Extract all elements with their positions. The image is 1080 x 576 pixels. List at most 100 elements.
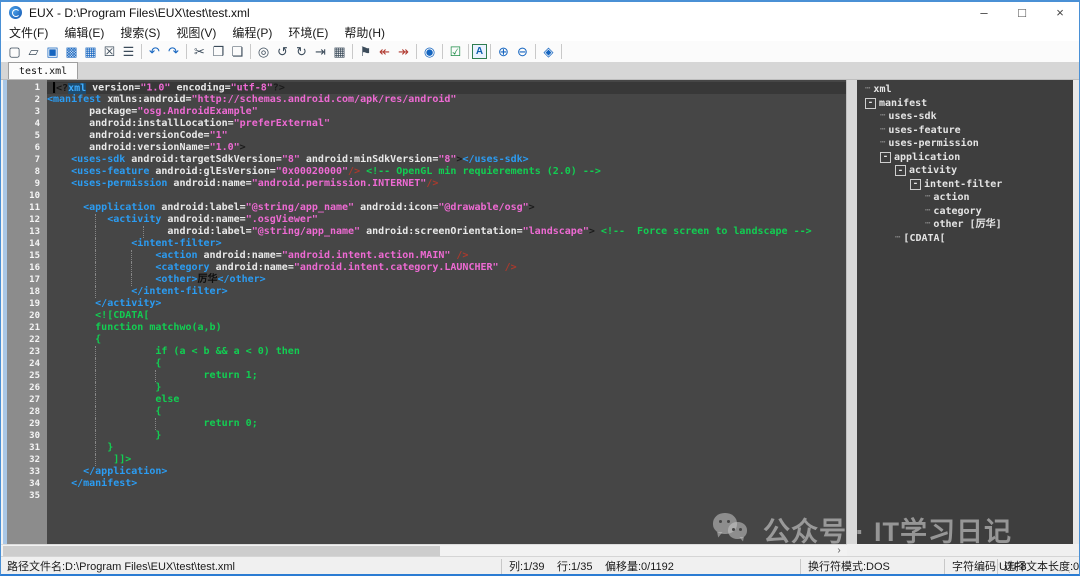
grid-icon[interactable]: ▦: [330, 43, 349, 61]
cut-icon[interactable]: ✂: [190, 43, 209, 61]
tree-node-label: manifest: [879, 97, 927, 111]
highlight-export-icon[interactable]: A: [472, 44, 487, 59]
code-line-28[interactable]: {: [47, 406, 846, 418]
code-line-20[interactable]: <![CDATA[: [47, 310, 846, 322]
code-line-3[interactable]: package="osg.AndroidExample": [47, 106, 846, 118]
code-line-18[interactable]: </intent-filter>: [47, 286, 846, 298]
menu-item-1[interactable]: 编辑(E): [56, 24, 112, 41]
code-line-14[interactable]: <intent-filter>: [47, 238, 846, 250]
new-file-icon[interactable]: ▢: [5, 43, 24, 61]
code-token: android:minSdkVersion=: [300, 154, 438, 165]
code-line-19[interactable]: </activity>: [47, 298, 846, 310]
tree-node-category[interactable]: ┄category: [857, 205, 1073, 219]
paste-icon[interactable]: ❏: [228, 43, 247, 61]
menu-item-5[interactable]: 环境(E): [280, 24, 336, 41]
minimize-button[interactable]: –: [965, 2, 1003, 23]
syntax-check-icon[interactable]: ☑: [446, 43, 465, 61]
find-prev-icon[interactable]: ↻: [292, 43, 311, 61]
replace-icon[interactable]: ⇥: [311, 43, 330, 61]
code-line-31[interactable]: }: [47, 442, 846, 454]
zoom-in-icon[interactable]: ⊕: [494, 43, 513, 61]
undo-icon[interactable]: ↶: [145, 43, 164, 61]
toolbar-separator: [561, 44, 562, 59]
tree-scrollbar[interactable]: [1073, 80, 1079, 544]
menu-item-4[interactable]: 编程(P): [224, 24, 280, 41]
collapse-icon[interactable]: -: [910, 179, 921, 190]
code-line-15[interactable]: <action android:name="android.intent.act…: [47, 250, 846, 262]
code-line-17[interactable]: <other>厉华</other>: [47, 274, 846, 286]
tree-node-action[interactable]: ┄action: [857, 191, 1073, 205]
code-token: return 1;: [204, 370, 258, 381]
menu-item-3[interactable]: 视图(V): [168, 24, 224, 41]
tree-node-other-[interactable]: ┄other [厉华]: [857, 218, 1073, 232]
find-icon[interactable]: ◎: [254, 43, 273, 61]
code-line-6[interactable]: android:versionName="1.0">: [47, 142, 846, 154]
menu-item-0[interactable]: 文件(F): [1, 24, 56, 41]
code-line-16[interactable]: <category android:name="android.intent.c…: [47, 262, 846, 274]
tree-node-intent-filter[interactable]: -intent-filter: [857, 178, 1073, 192]
indent-guide: [95, 370, 96, 382]
redo-icon[interactable]: ↷: [164, 43, 183, 61]
code-line-1[interactable]: <?xml version="1.0" encoding="utf-8"?>: [47, 82, 846, 94]
find-next-icon[interactable]: ↺: [273, 43, 292, 61]
prev-bookmark-icon[interactable]: ↞: [375, 43, 394, 61]
code-line-11[interactable]: <application android:label="@string/app_…: [47, 202, 846, 214]
tree-node-application[interactable]: -application: [857, 151, 1073, 165]
tree-node-uses-feature[interactable]: ┄uses-feature: [857, 124, 1073, 138]
code-editor[interactable]: <?xml version="1.0" encoding="utf-8"?><m…: [47, 80, 846, 544]
close-file-icon[interactable]: ☒: [100, 43, 119, 61]
collapse-icon[interactable]: -: [880, 152, 891, 163]
code-line-29[interactable]: return 0;: [47, 418, 846, 430]
open-file-icon[interactable]: ▱: [24, 43, 43, 61]
code-line-5[interactable]: android:versionCode="1": [47, 130, 846, 142]
code-line-33[interactable]: </application>: [47, 466, 846, 478]
tree-node-uses-permission[interactable]: ┄uses-permission: [857, 137, 1073, 151]
code-line-13[interactable]: android:label="@string/app_name" android…: [47, 226, 846, 238]
code-line-25[interactable]: return 1;: [47, 370, 846, 382]
close-button[interactable]: ×: [1041, 2, 1079, 23]
code-line-34[interactable]: </manifest>: [47, 478, 846, 490]
next-bookmark-icon[interactable]: ↠: [394, 43, 413, 61]
document-list-icon[interactable]: ☰: [119, 43, 138, 61]
indent-guide: [95, 394, 96, 406]
about-icon[interactable]: ◈: [539, 43, 558, 61]
tree-node-xml[interactable]: ┄xml: [857, 83, 1073, 97]
tree-node-uses-sdk[interactable]: ┄uses-sdk: [857, 110, 1073, 124]
tab-test-xml[interactable]: test.xml: [8, 62, 78, 79]
code-line-9[interactable]: <uses-permission android:name="android.p…: [47, 178, 846, 190]
menu-item-2[interactable]: 搜索(S): [112, 24, 168, 41]
copy-icon[interactable]: ❐: [209, 43, 228, 61]
code-line-30[interactable]: }: [47, 430, 846, 442]
save-icon[interactable]: ▣: [43, 43, 62, 61]
line-number: 32: [7, 454, 47, 466]
bookmark-icon[interactable]: ⚑: [356, 43, 375, 61]
code-line-22[interactable]: {: [47, 334, 846, 346]
code-line-23[interactable]: if (a < b && a < 0) then: [47, 346, 846, 358]
tree-node--cdata-[interactable]: ┄[CDATA[: [857, 232, 1073, 246]
code-line-24[interactable]: {: [47, 358, 846, 370]
line-number: 6: [7, 142, 47, 154]
maximize-button[interactable]: □: [1003, 2, 1041, 23]
tree-node-activity[interactable]: -activity: [857, 164, 1073, 178]
save-as-icon[interactable]: ▩: [62, 43, 81, 61]
code-line-27[interactable]: else: [47, 394, 846, 406]
code-line-2[interactable]: <manifest xmlns:android="http://schemas.…: [47, 94, 846, 106]
code-line-21[interactable]: function matchwo(a,b): [47, 322, 846, 334]
code-token: "1": [210, 130, 228, 141]
hscroll-thumb[interactable]: [3, 546, 440, 556]
code-line-26[interactable]: }: [47, 382, 846, 394]
go-back-icon[interactable]: ◉: [420, 43, 439, 61]
collapse-icon[interactable]: -: [865, 98, 876, 109]
zoom-out-icon[interactable]: ⊖: [513, 43, 532, 61]
tree-node-manifest[interactable]: -manifest: [857, 97, 1073, 111]
code-line-35[interactable]: [47, 490, 846, 502]
code-line-12[interactable]: <activity android:name=".osgViewer": [47, 214, 846, 226]
code-line-8[interactable]: <uses-feature android:glEsVersion="0x000…: [47, 166, 846, 178]
code-line-32[interactable]: ]]>: [47, 454, 846, 466]
code-line-10[interactable]: [47, 190, 846, 202]
save-all-icon[interactable]: ▦: [81, 43, 100, 61]
menu-item-6[interactable]: 帮助(H): [336, 24, 393, 41]
code-line-7[interactable]: <uses-sdk android:targetSdkVersion="8" a…: [47, 154, 846, 166]
collapse-icon[interactable]: -: [895, 165, 906, 176]
code-line-4[interactable]: android:installLocation="preferExternal": [47, 118, 846, 130]
